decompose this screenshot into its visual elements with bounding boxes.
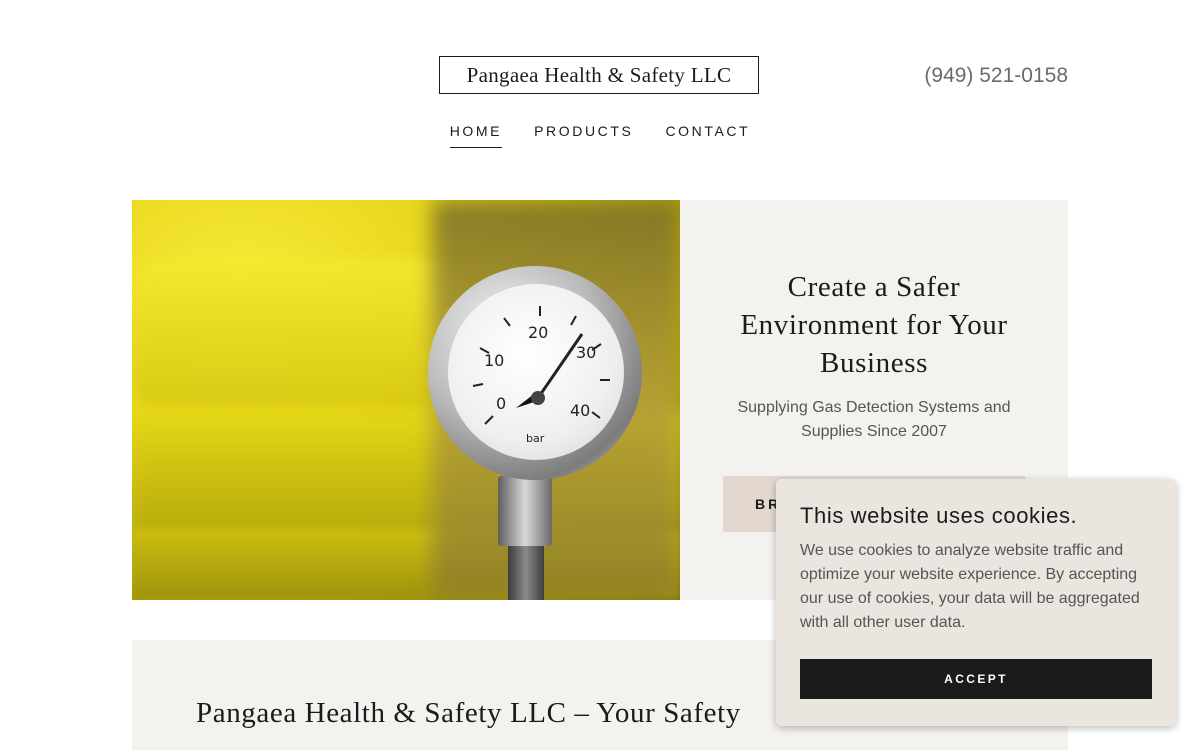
nav-item-home[interactable]: HOME	[449, 123, 503, 148]
hero-image: 0 10 20 30 40 bar	[132, 200, 680, 600]
accept-cookies-button[interactable]: ACCEPT	[800, 659, 1152, 699]
phone-number[interactable]: (949) 521-0158	[880, 64, 1068, 88]
main-nav: HOME PRODUCTS CONTACT	[0, 123, 1200, 148]
pressure-gauge-icon: 0 10 20 30 40 bar	[472, 306, 610, 445]
intro-title: Pangaea Health & Safety LLC – Your Safet…	[196, 697, 741, 729]
hero-title: Create a Safer Environment for Your Busi…	[740, 271, 1008, 379]
gauge-label-20: 20	[528, 323, 548, 342]
site-logo[interactable]: Pangaea Health & Safety LLC	[439, 56, 759, 94]
gauge-label-40: 40	[570, 401, 590, 420]
nav-item-contact[interactable]: CONTACT	[665, 123, 750, 148]
gauge-label-0: 0	[496, 394, 506, 413]
gauge-unit: bar	[526, 432, 545, 445]
gauge-label-30: 30	[576, 343, 596, 362]
cookie-title: This website uses cookies.	[800, 503, 1078, 528]
hero-subtitle: Supplying Gas Detection Systems and Supp…	[737, 399, 1011, 440]
nav-item-products[interactable]: PRODUCTS	[534, 123, 633, 148]
gauge-label-10: 10	[484, 351, 504, 370]
cookie-text: We use cookies to analyze website traffi…	[800, 542, 1140, 631]
cookie-banner: This website uses cookies. We use cookie…	[776, 479, 1176, 726]
